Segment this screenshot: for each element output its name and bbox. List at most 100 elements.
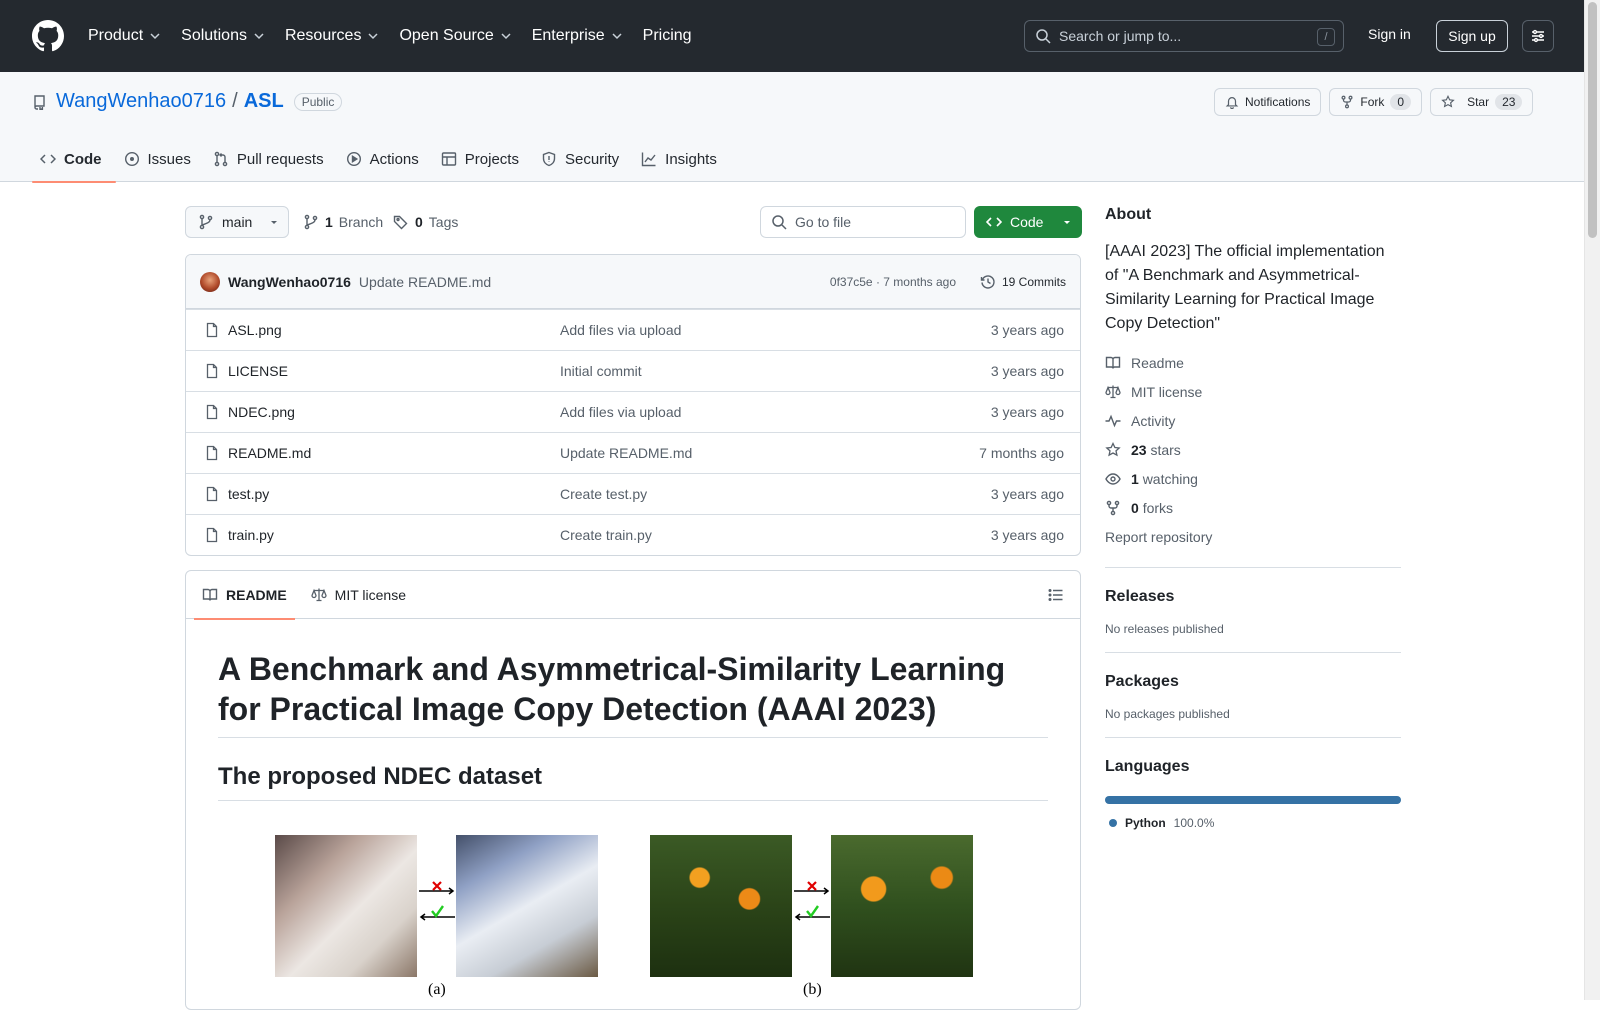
file-commit-message[interactable]: Add files via upload [560, 404, 681, 420]
caret-down-icon [271, 221, 278, 224]
history-icon [980, 274, 995, 289]
activity-link[interactable]: Activity [1105, 406, 1401, 435]
file-row[interactable]: test.py Create test.py 3 years ago [186, 473, 1080, 514]
commit-message-link[interactable]: Update README.md [359, 274, 491, 290]
tab-projects-label: Projects [464, 150, 519, 168]
readme-link[interactable]: Readme [1105, 348, 1401, 377]
avatar[interactable] [200, 271, 220, 292]
page-scrollbar[interactable] [1584, 0, 1600, 1000]
nav-pricing[interactable]: Pricing [643, 27, 692, 45]
releases-heading[interactable]: Releases [1105, 588, 1401, 606]
repo-icon [34, 94, 45, 110]
stars-link[interactable]: 23 stars [1105, 435, 1401, 464]
github-logo-icon[interactable] [32, 20, 64, 52]
figure-image [456, 835, 598, 977]
go-to-file-input[interactable]: Go to file [760, 206, 966, 238]
packages-heading[interactable]: Packages [1105, 673, 1401, 691]
file-row[interactable]: train.py Create train.py 3 years ago [186, 514, 1080, 555]
watchers-link[interactable]: 1 watching [1105, 464, 1401, 493]
branch-count: 1 [325, 214, 333, 230]
file-name-link[interactable]: README.md [228, 445, 311, 461]
ndec-figure: (a) (b) [218, 835, 1048, 1009]
tab-license[interactable]: MIT license [303, 571, 414, 619]
tab-security[interactable]: Security [533, 136, 633, 182]
branch-select-button[interactable]: main [185, 206, 289, 238]
settings-menu-button[interactable] [1522, 20, 1554, 52]
file-commit-message[interactable]: Create train.py [560, 527, 652, 543]
tab-issues[interactable]: Issues [116, 136, 205, 182]
repo-owner-link[interactable]: WangWenhao0716 [56, 90, 226, 113]
commit-author-link[interactable]: WangWenhao0716 [228, 274, 351, 290]
global-header: Product Solutions Resources Open Source … [0, 0, 1584, 72]
license-link[interactable]: MIT license [1105, 377, 1401, 406]
branches-link[interactable]: 1 Branch [303, 206, 383, 238]
file-row[interactable]: README.md Update README.md 7 months ago [186, 432, 1080, 473]
figure-image [831, 835, 973, 977]
nav-product[interactable]: Product [88, 27, 161, 45]
nav-enterprise-label: Enterprise [531, 27, 605, 44]
eye-icon [1105, 472, 1121, 485]
tags-link[interactable]: 0 Tags [393, 206, 458, 238]
file-commit-message[interactable]: Add files via upload [560, 322, 681, 338]
nav-resources[interactable]: Resources [285, 27, 379, 45]
figure-image [650, 835, 792, 977]
tab-projects[interactable]: Projects [433, 136, 533, 182]
latest-commit-bar: WangWenhao0716 Update README.md 0f37c5e … [186, 255, 1080, 309]
nav-open-source[interactable]: Open Source [399, 27, 511, 45]
nav-enterprise[interactable]: Enterprise [532, 27, 623, 45]
file-name-link[interactable]: ASL.png [228, 322, 282, 338]
tag-count: 0 [415, 214, 423, 230]
tag-icon [393, 215, 408, 230]
forks-count: 0 [1131, 499, 1139, 516]
scrollbar-thumb[interactable] [1588, 2, 1597, 238]
nav-resources-label: Resources [284, 27, 362, 44]
file-row[interactable]: ASL.png Add files via upload 3 years ago [186, 309, 1080, 350]
file-name-link[interactable]: test.py [228, 486, 269, 502]
code-download-button[interactable]: Code [974, 206, 1082, 238]
notifications-button[interactable]: Notifications [1214, 88, 1322, 116]
code-icon [40, 154, 56, 164]
tab-license-label: MIT license [334, 586, 406, 603]
releases-empty-text: No releases published [1105, 622, 1224, 636]
figure-label-a: (a) [428, 981, 446, 998]
sign-in-link[interactable]: Sign in [1368, 26, 1411, 42]
graph-icon [641, 152, 656, 167]
asymmetric-arrows-icon [419, 881, 455, 921]
language-item[interactable]: Python 100.0% [1105, 816, 1401, 830]
tab-actions[interactable]: Actions [338, 136, 433, 182]
law-icon [311, 588, 327, 601]
file-name-link[interactable]: train.py [228, 527, 274, 543]
file-row[interactable]: NDEC.png Add files via upload 3 years ag… [186, 391, 1080, 432]
file-row[interactable]: LICENSE Initial commit 3 years ago [186, 350, 1080, 391]
file-commit-message[interactable]: Create test.py [560, 486, 647, 502]
table-icon [441, 152, 456, 166]
commit-hash-time[interactable]: 0f37c5e · 7 months ago [830, 275, 956, 289]
nav-pricing-label: Pricing [642, 27, 692, 44]
star-count: 23 [1495, 94, 1523, 110]
tab-pull-requests[interactable]: Pull requests [205, 136, 338, 182]
tab-readme[interactable]: README [194, 571, 295, 620]
global-search-input[interactable]: Search or jump to... / [1024, 20, 1344, 52]
file-commit-message[interactable]: Initial commit [560, 363, 642, 379]
repo-name-link[interactable]: ASL [244, 90, 284, 113]
file-name-link[interactable]: NDEC.png [228, 404, 295, 420]
packages-empty-text: No packages published [1105, 707, 1230, 721]
watching-count: 1 [1131, 470, 1139, 487]
tab-code-label: Code [64, 150, 102, 168]
notifications-label: Notifications [1245, 95, 1311, 109]
repo-description: [AAAI 2023] The official implementation … [1105, 243, 1385, 332]
commit-history-link[interactable]: 19 Commits [980, 274, 1066, 290]
file-commit-message[interactable]: Update README.md [560, 445, 692, 461]
report-repository-link[interactable]: Report repository [1105, 522, 1401, 551]
list-icon[interactable] [1048, 587, 1064, 603]
forks-link[interactable]: 0 forks [1105, 493, 1401, 522]
tab-insights[interactable]: Insights [633, 136, 731, 182]
tag-count-label: Tags [428, 214, 459, 230]
tab-code[interactable]: Code [32, 136, 116, 183]
file-name-link[interactable]: LICENSE [228, 363, 288, 379]
nav-solutions[interactable]: Solutions [181, 27, 265, 45]
fork-count: 0 [1390, 94, 1412, 110]
star-button[interactable]: Star 23 [1430, 88, 1534, 116]
fork-button[interactable]: Fork 0 [1329, 88, 1423, 116]
sign-up-button[interactable]: Sign up [1436, 20, 1508, 52]
